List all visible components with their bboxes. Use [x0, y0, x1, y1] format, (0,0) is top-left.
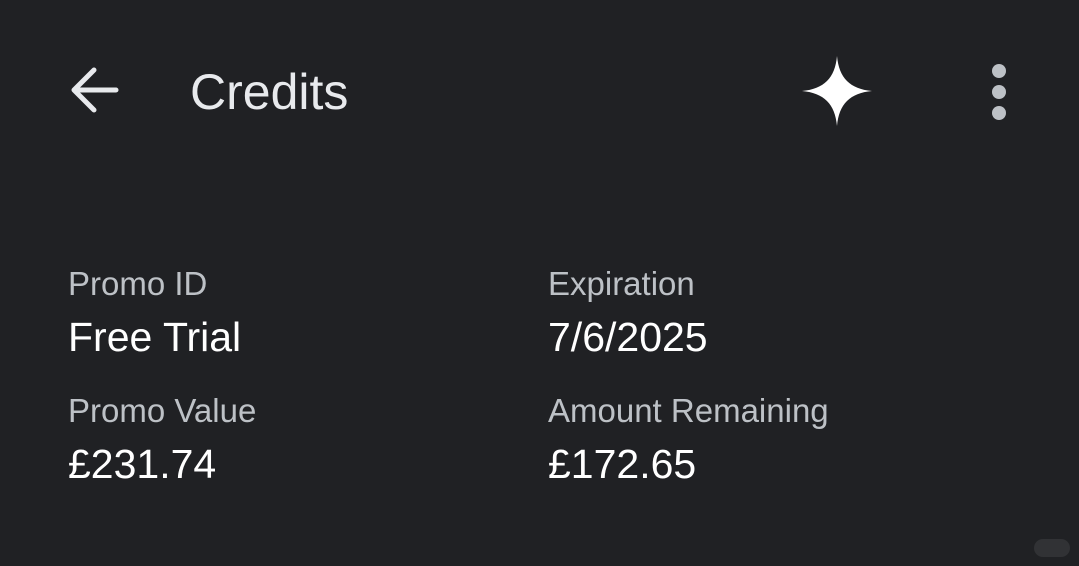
expiration-value: 7/6/2025: [548, 314, 708, 360]
expiration-field: Expiration 7/6/2025: [548, 264, 988, 362]
promo-value-amount: £231.74: [68, 441, 217, 487]
page-title: Credits: [190, 64, 349, 120]
back-button[interactable]: [56, 52, 132, 128]
promo-id-value: Free Trial: [68, 314, 242, 360]
promo-value-label: Promo Value: [68, 392, 257, 429]
more-options-button[interactable]: [972, 56, 1026, 128]
watermark-logo: [1034, 539, 1070, 557]
arrow-back-icon: [71, 67, 119, 113]
amount-remaining-field: Amount Remaining £172.65: [548, 391, 988, 489]
sparkle-icon: [802, 56, 872, 126]
app-bar: Credits: [0, 0, 1079, 185]
sparkle-button[interactable]: [798, 52, 876, 130]
promo-id-field: Promo ID Free Trial: [68, 264, 508, 362]
expiration-label: Expiration: [548, 265, 695, 302]
amount-remaining-label: Amount Remaining: [548, 392, 829, 429]
promo-id-label: Promo ID: [68, 265, 208, 302]
amount-remaining-value: £172.65: [548, 441, 697, 487]
more-vert-icon: [992, 64, 1006, 120]
promo-value-field: Promo Value £231.74: [68, 391, 508, 489]
